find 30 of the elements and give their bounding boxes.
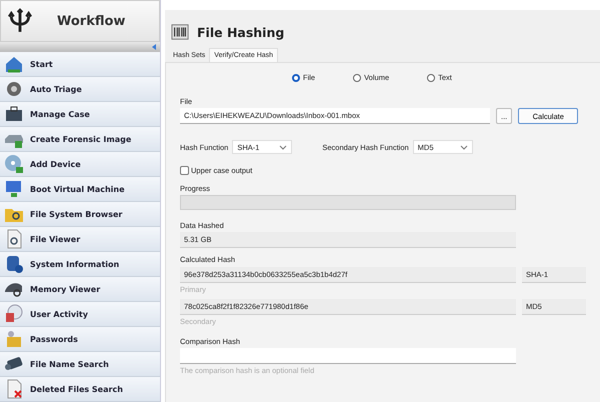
chevron-down-icon [279, 144, 288, 150]
sidebar-item[interactable]: Manage Case [0, 102, 160, 127]
disc-icon [4, 154, 24, 174]
sidebar-item[interactable]: Create Forensic Image [0, 127, 160, 152]
sidebar-item[interactable]: System Information [0, 252, 160, 277]
sidebar-item[interactable]: File Viewer [0, 227, 160, 252]
chevron-down-icon [460, 144, 468, 150]
trident-icon [7, 8, 33, 34]
comparison-hash-field[interactable] [180, 348, 516, 364]
sidebar-item[interactable]: Passwords [0, 327, 160, 352]
radio-button[interactable] [292, 74, 300, 82]
briefcase-icon [4, 104, 24, 124]
sidebar-item[interactable]: Memory Viewer [0, 277, 160, 302]
monitor-icon [4, 179, 24, 199]
sidebar-item[interactable]: Deleted Files Search [0, 377, 160, 402]
sidebar-item[interactable]: Boot Virtual Machine [0, 177, 160, 202]
barcode-icon [171, 22, 189, 42]
sidebar-item[interactable]: Auto Triage [0, 77, 160, 102]
sidebar-item[interactable]: File System Browser [0, 202, 160, 227]
database-icon [4, 254, 24, 274]
sidebar-item[interactable]: Start [0, 52, 160, 77]
sidebar-item[interactable]: Add Device [0, 152, 160, 177]
radio-button[interactable] [353, 74, 362, 82]
sidebar-title: Workflow [57, 14, 126, 28]
page-title: File Hashing [197, 24, 284, 40]
sidebar-item[interactable]: File Name Search [0, 352, 160, 377]
sidebar-item[interactable]: User Activity [0, 302, 160, 327]
house-icon [4, 54, 24, 74]
radio-button[interactable] [427, 74, 436, 82]
checkbox[interactable] [180, 166, 189, 175]
